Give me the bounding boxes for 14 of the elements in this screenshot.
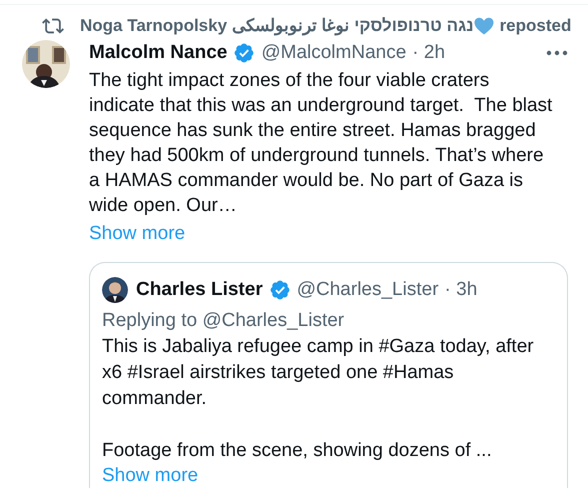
post-time[interactable]: · 2h	[412, 38, 446, 68]
heart-icon	[474, 17, 494, 35]
author-handle[interactable]: @MalcolmNance	[261, 38, 406, 68]
quoted-post-time: · 3h	[444, 278, 478, 302]
quoted-author-name[interactable]: Charles Lister	[136, 276, 263, 304]
reposter-name[interactable]: Noga Tarnopolsky נגה טרנופולסקי نوغا ترنوبولسكى	[80, 13, 474, 39]
quoted-post-text: This is Jabaliya refugee camp in #Gaza today, after x6 #Israel airstrikes targeted one #Hamas commander. Footage from the scene, showing dozens of ...	[102, 335, 535, 463]
more-icon[interactable]	[546, 50, 568, 56]
quoted-post-card[interactable]	[89, 262, 568, 488]
replying-to-label: Replying to @Charles_Lister	[102, 309, 346, 333]
post-text: The tight impact zones of the four viable craters indicate that this was an underground target. The blast sequence has sunk the entire street. Hamas bragged they had 500km of underground tunnels. That’s where a HAMAS commander would be. No part of Gaza is wide open. Our…	[89, 69, 554, 218]
repost-label: reposted	[500, 15, 572, 38]
author-name[interactable]: Malcolm Nance	[89, 38, 228, 68]
quoted-author-handle: @Charles_Lister	[296, 278, 439, 302]
